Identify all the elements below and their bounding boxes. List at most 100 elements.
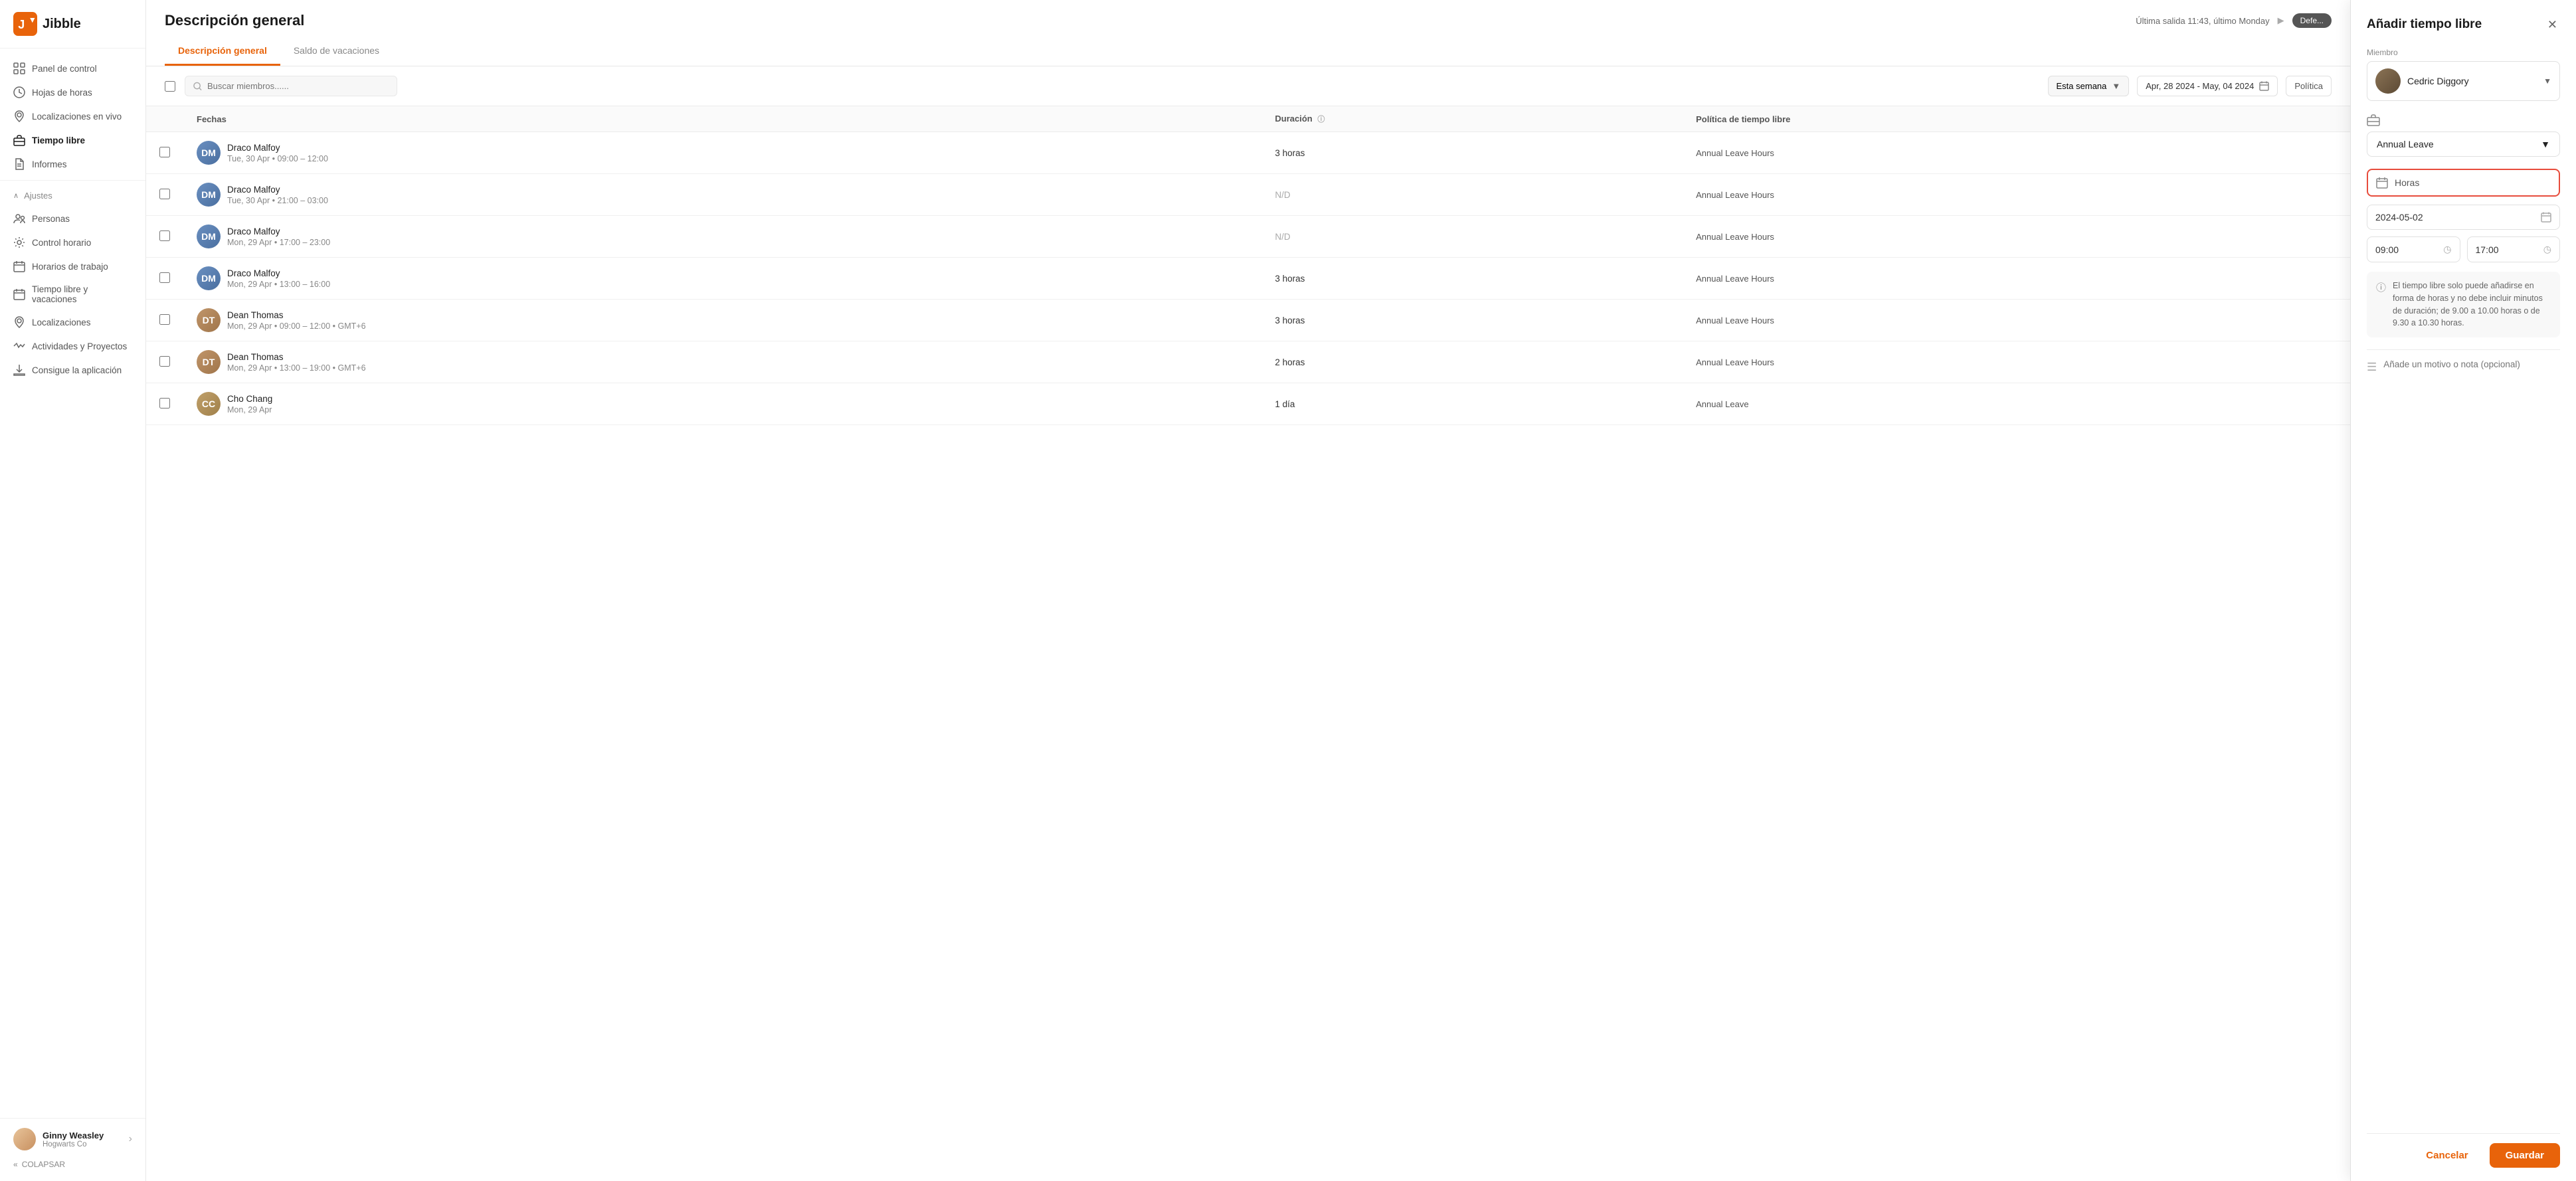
sidebar-item-app[interactable]: Consigue la aplicación bbox=[0, 358, 145, 382]
dates-text: Mon, 29 Apr bbox=[227, 405, 272, 414]
leave-table: Fechas Duración ⓘ Política de tiempo lib… bbox=[146, 106, 2350, 425]
dates-text: Mon, 29 Apr • 13:00 – 19:00 • GMT+6 bbox=[227, 363, 366, 373]
member-name: Cho Chang bbox=[227, 394, 272, 404]
collapse-button[interactable]: « COLAPSAR bbox=[13, 1157, 132, 1172]
search-box[interactable] bbox=[185, 76, 397, 96]
logo-area[interactable]: J Jibble bbox=[0, 0, 145, 48]
user-profile[interactable]: Ginny Weasley Hogwarts Co › bbox=[13, 1128, 132, 1150]
sidebar-item-personas[interactable]: Personas bbox=[0, 207, 145, 230]
row-checkbox-cell bbox=[146, 174, 183, 216]
info-box: ⓘ El tiempo libre solo puede añadirse en… bbox=[2367, 272, 2560, 337]
policy-text: Annual Leave Hours bbox=[1696, 316, 1774, 325]
dates-text: Mon, 29 Apr • 09:00 – 12:00 • GMT+6 bbox=[227, 321, 366, 331]
cancel-button[interactable]: Cancelar bbox=[2414, 1143, 2480, 1168]
leave-type-select[interactable]: Annual Leave ▼ bbox=[2367, 132, 2560, 157]
date-range[interactable]: Apr, 28 2024 - May, 04 2024 bbox=[2137, 76, 2278, 96]
sidebar-item-label: Personas bbox=[32, 214, 70, 224]
user-info: Ginny Weasley Hogwarts Co bbox=[43, 1131, 122, 1148]
row-checkbox[interactable] bbox=[159, 356, 170, 367]
row-checkbox[interactable] bbox=[159, 230, 170, 241]
user-chevron: › bbox=[129, 1133, 132, 1145]
chevron-down-icon: ▼ bbox=[2112, 81, 2120, 91]
play-icon: ▶ bbox=[2278, 15, 2284, 26]
sidebar-item-panel[interactable]: Panel de control bbox=[0, 56, 145, 80]
close-button[interactable]: ✕ bbox=[2545, 16, 2560, 33]
member-dates-cell: DM Draco Malfoy Mon, 29 Apr • 17:00 – 23… bbox=[183, 216, 1261, 258]
th-policy: Política de tiempo libre bbox=[1683, 106, 2350, 132]
sidebar-item-hojas[interactable]: Hojas de horas bbox=[0, 80, 145, 104]
tab-overview[interactable]: Descripción general bbox=[165, 39, 280, 66]
date-calendar-icon bbox=[2541, 212, 2551, 223]
week-selector[interactable]: Esta semana ▼ bbox=[2048, 76, 2130, 96]
sidebar: J Jibble Panel de control Hojas de horas… bbox=[0, 0, 146, 1181]
sidebar-item-actividades[interactable]: Actividades y Proyectos bbox=[0, 334, 145, 358]
row-checkbox[interactable] bbox=[159, 189, 170, 199]
row-checkbox[interactable] bbox=[159, 272, 170, 283]
duration-text: 2 horas bbox=[1275, 357, 1305, 367]
table-row: DM Draco Malfoy Tue, 30 Apr • 21:00 – 03… bbox=[146, 174, 2350, 216]
clock-start-icon: ◷ bbox=[2443, 244, 2451, 255]
sidebar-navigation: Panel de control Hojas de horas Localiza… bbox=[0, 48, 145, 1118]
row-checkbox[interactable] bbox=[159, 398, 170, 409]
date-range-text: Apr, 28 2024 - May, 04 2024 bbox=[2146, 81, 2254, 91]
member-select-dropdown[interactable]: Cedric Diggory ▼ bbox=[2367, 61, 2560, 101]
collapse-chevron: ∧ bbox=[13, 191, 19, 200]
schedule-icon bbox=[13, 260, 25, 272]
table-row: CC Cho Chang Mon, 29 Apr 1 día Annual Le… bbox=[146, 383, 2350, 425]
download-icon bbox=[13, 364, 25, 376]
row-checkbox[interactable] bbox=[159, 147, 170, 157]
tab-balance[interactable]: Saldo de vacaciones bbox=[280, 39, 393, 66]
row-checkbox-cell bbox=[146, 300, 183, 341]
dates-text: Tue, 30 Apr • 21:00 – 03:00 bbox=[227, 196, 328, 205]
member-avatar: DT bbox=[197, 308, 221, 332]
policy-cell: Annual Leave Hours bbox=[1683, 174, 2350, 216]
activity-icon bbox=[13, 340, 25, 352]
duration-cell: N/D bbox=[1261, 216, 1683, 258]
sidebar-item-control[interactable]: Control horario bbox=[0, 230, 145, 254]
right-panel: Añadir tiempo libre ✕ Miembro Cedric Dig… bbox=[2350, 0, 2576, 1181]
time-end-input[interactable]: 17:00 ◷ bbox=[2467, 236, 2561, 262]
sidebar-item-horarios[interactable]: Horarios de trabajo bbox=[0, 254, 145, 278]
calendar-mode-icon bbox=[2376, 177, 2388, 189]
search-icon bbox=[193, 82, 202, 91]
header-right: Última salida 11:43, último Monday ▶ Def… bbox=[2136, 13, 2332, 28]
date-input[interactable]: 2024-05-02 bbox=[2367, 205, 2560, 230]
defer-badge[interactable]: Defe... bbox=[2292, 13, 2332, 28]
policy-text: Annual Leave Hours bbox=[1696, 274, 1774, 284]
sidebar-item-tiempo-libre[interactable]: Tiempo libre bbox=[0, 128, 145, 152]
row-checkbox-cell bbox=[146, 216, 183, 258]
member-name: Draco Malfoy bbox=[227, 268, 330, 278]
sidebar-item-tiempo-vacaciones[interactable]: Tiempo libre y vacaciones bbox=[0, 278, 145, 310]
time-start-input[interactable]: 09:00 ◷ bbox=[2367, 236, 2460, 262]
defer-label: Defe... bbox=[2300, 16, 2324, 25]
sidebar-item-localizaciones[interactable]: Localizaciones bbox=[0, 310, 145, 334]
select-all-checkbox[interactable] bbox=[165, 81, 175, 92]
search-input[interactable] bbox=[207, 81, 389, 91]
sidebar-item-localizaciones-vivo[interactable]: Localizaciones en vivo bbox=[0, 104, 145, 128]
panel-header: Añadir tiempo libre ✕ bbox=[2367, 16, 2560, 33]
sidebar-item-label: Control horario bbox=[32, 238, 91, 248]
note-input[interactable] bbox=[2383, 359, 2560, 369]
sidebar-item-informes[interactable]: Informes bbox=[0, 152, 145, 176]
collapse-icon: « bbox=[13, 1160, 18, 1169]
svg-text:J: J bbox=[18, 18, 25, 31]
th-check bbox=[146, 106, 183, 132]
table-row: DM Draco Malfoy Mon, 29 Apr • 17:00 – 23… bbox=[146, 216, 2350, 258]
tab-label: Saldo de vacaciones bbox=[294, 45, 379, 56]
ajustes-section[interactable]: ∧ Ajustes bbox=[0, 185, 145, 207]
row-checkbox[interactable] bbox=[159, 314, 170, 325]
calendar-icon bbox=[13, 288, 25, 300]
politica-button[interactable]: Política bbox=[2286, 76, 2332, 96]
th-duration: Duración ⓘ bbox=[1261, 106, 1683, 132]
policy-cell: Annual Leave Hours bbox=[1683, 258, 2350, 300]
calendar-icon bbox=[2259, 81, 2269, 91]
user-company: Hogwarts Co bbox=[43, 1140, 122, 1148]
table-row: DM Draco Malfoy Tue, 30 Apr • 09:00 – 12… bbox=[146, 132, 2350, 174]
save-button[interactable]: Guardar bbox=[2490, 1143, 2560, 1168]
duration-text: 1 día bbox=[1275, 399, 1295, 409]
member-label: Miembro bbox=[2367, 48, 2560, 57]
collapse-label: COLAPSAR bbox=[22, 1160, 65, 1169]
table-header: Fechas Duración ⓘ Política de tiempo lib… bbox=[146, 106, 2350, 132]
policy-cell: Annual Leave Hours bbox=[1683, 300, 2350, 341]
mode-selector-row[interactable]: Horas bbox=[2367, 169, 2560, 197]
